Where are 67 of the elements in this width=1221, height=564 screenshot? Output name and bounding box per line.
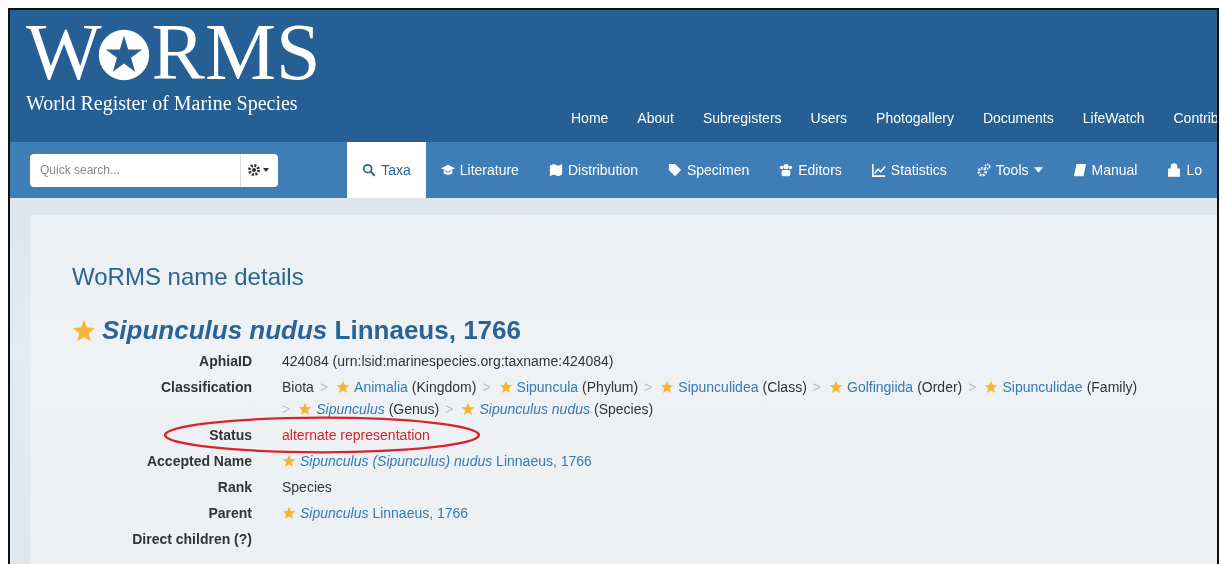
rank-text: (Class): [762, 378, 807, 396]
nav-tab[interactable]: Specimen: [652, 142, 765, 198]
logo-text: RMS: [151, 12, 321, 92]
field-label: Rank: [216, 478, 252, 496]
lock-icon: [1167, 163, 1182, 177]
tag-icon: [667, 163, 682, 177]
logo-text: W: [26, 12, 102, 92]
separator-text: >: [445, 400, 454, 418]
nav-link[interactable]: About: [637, 110, 674, 126]
nav-link[interactable]: Photogallery: [876, 110, 954, 126]
gears-icon: [976, 163, 991, 177]
search-field[interactable]: Quick search...: [30, 153, 240, 187]
status-value: alternate representation: [282, 427, 430, 443]
field-value: Species: [282, 478, 332, 496]
nav-link[interactable]: Documents: [982, 110, 1054, 126]
separator-text: >: [319, 378, 329, 396]
star-icon: [282, 454, 296, 468]
field-label: Direct children (?): [131, 530, 252, 548]
taxon-name: Biota: [282, 378, 314, 396]
star-icon: [282, 506, 296, 520]
taxon-link[interactable]: Sipunculus: [316, 400, 385, 418]
nav-tab[interactable]: Literature: [425, 142, 534, 198]
rank-text: (Genus): [388, 400, 440, 418]
taxon-link[interactable]: Sipunculus Linnaeus, 1766: [300, 504, 469, 522]
nav-tab[interactable]: Editors: [764, 142, 857, 198]
rank-text: (Phylum): [582, 378, 639, 396]
separator-text: >: [282, 400, 291, 418]
taxon-link[interactable]: Sipunculus nudus: [479, 400, 590, 418]
nav-link[interactable]: Users: [810, 110, 848, 126]
nav-link[interactable]: Home: [571, 110, 609, 126]
rank-text: (Order): [917, 378, 963, 396]
separator-text: >: [482, 378, 491, 396]
logo-subtitle: World Register of Marine Species: [26, 92, 299, 115]
page-title: WoRMS name details: [72, 262, 305, 291]
rank-text: (Family): [1086, 378, 1138, 396]
field-label: Status: [208, 426, 252, 444]
map-icon: [548, 163, 563, 177]
field-label: Parent: [207, 504, 252, 522]
settings-dropdown-button[interactable]: [239, 153, 279, 187]
nav-tab[interactable]: Tools: [961, 142, 1058, 198]
graduation-cap-icon: [440, 163, 455, 177]
taxon-link[interactable]: Sipunculus (Sipunculus) nudus Linnaeus, 1766: [300, 452, 592, 470]
users-icon: [779, 163, 794, 177]
taxon-name-heading: Sipunculus nudus Linnaeus, 1766: [102, 315, 521, 346]
nav-link[interactable]: LifeWatch: [1082, 110, 1145, 126]
taxon-link[interactable]: Sipuncula: [516, 378, 579, 396]
nav-tab[interactable]: Statistics: [856, 142, 962, 198]
nav-link[interactable]: Subregisters: [702, 110, 782, 126]
nav-tab[interactable]: Manual: [1057, 142, 1153, 198]
nav-tab[interactable]: Taxa: [347, 142, 426, 198]
nav-tab[interactable]: Lo: [1152, 142, 1217, 198]
taxon-link[interactable]: Sipunculidae: [1002, 378, 1083, 396]
search-icon: [362, 163, 377, 177]
separator-text: >: [968, 378, 977, 396]
field-label: Classification: [159, 378, 252, 397]
separator-text: >: [644, 378, 653, 396]
field-value: 424084 (urn:lsid:marinespecies.org:taxname:424084): [282, 352, 614, 370]
nav-tab[interactable]: Distribution: [533, 142, 653, 198]
separator-text: >: [812, 378, 821, 396]
taxon-link[interactable]: Golfingiida: [847, 378, 914, 396]
field-label: Accepted Name: [145, 452, 252, 470]
field-label: AphiaID: [198, 352, 252, 370]
taxon-link[interactable]: Animalia: [354, 378, 408, 396]
taxon-link[interactable]: Sipunculidea: [678, 378, 759, 396]
rank-text: (Species): [594, 400, 654, 418]
rank-text: (Kingdom): [411, 378, 477, 396]
line-chart-icon: [871, 163, 886, 177]
